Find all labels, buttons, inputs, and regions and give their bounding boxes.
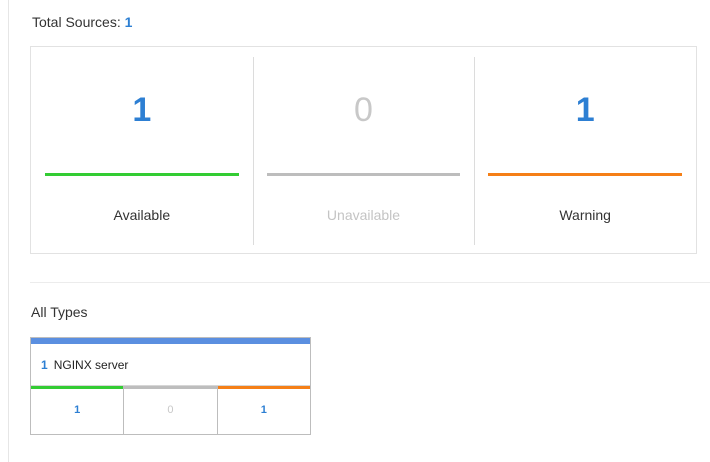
type-tile-warning-bar [217, 386, 310, 389]
all-types-heading: All Types [31, 304, 88, 320]
type-tile-nginx[interactable]: 1 NGINX server 1 0 1 [30, 337, 311, 435]
stat-warning-bar [488, 173, 683, 176]
stat-unavailable-bar [266, 173, 461, 176]
left-divider [8, 0, 9, 462]
type-tile-unavailable-bar [124, 386, 217, 389]
total-sources-count: 1 [124, 14, 133, 30]
type-tile-count: 1 [41, 357, 48, 372]
sources-overview: Total Sources: 1 1 Available 0 Unavailab… [0, 0, 710, 462]
stat-available-bar [45, 173, 239, 176]
type-tile-available-value: 1 [74, 404, 81, 416]
stat-available-label: Available [113, 207, 171, 223]
stat-unavailable-label: Unavailable [326, 207, 401, 223]
status-summary-card: 1 Available 0 Unavailable 1 Warning [30, 46, 697, 254]
type-tile-header: 1 NGINX server [31, 344, 310, 386]
type-tile-available[interactable]: 1 [31, 386, 125, 434]
type-tile-available-bar [31, 386, 124, 389]
stat-unavailable[interactable]: 0 Unavailable [252, 47, 475, 253]
stat-unavailable-value: 0 [354, 91, 373, 129]
stat-available-value: 1 [132, 91, 152, 129]
stat-available[interactable]: 1 Available [31, 47, 253, 253]
section-divider [30, 282, 710, 283]
type-tile-unavailable[interactable]: 0 [124, 386, 218, 434]
stat-warning[interactable]: 1 Warning [474, 47, 696, 253]
total-sources-label: Total Sources: [32, 14, 121, 30]
type-tile-name: NGINX server [53, 357, 129, 372]
type-tile-warning-value: 1 [260, 404, 267, 416]
total-sources: Total Sources: 1 [32, 14, 132, 30]
type-tile-warning[interactable]: 1 [217, 386, 310, 434]
stat-warning-label: Warning [559, 207, 611, 223]
type-tile-unavailable-value: 0 [167, 404, 174, 416]
type-tile-stats: 1 0 1 [31, 386, 310, 434]
stat-warning-value: 1 [575, 91, 595, 129]
